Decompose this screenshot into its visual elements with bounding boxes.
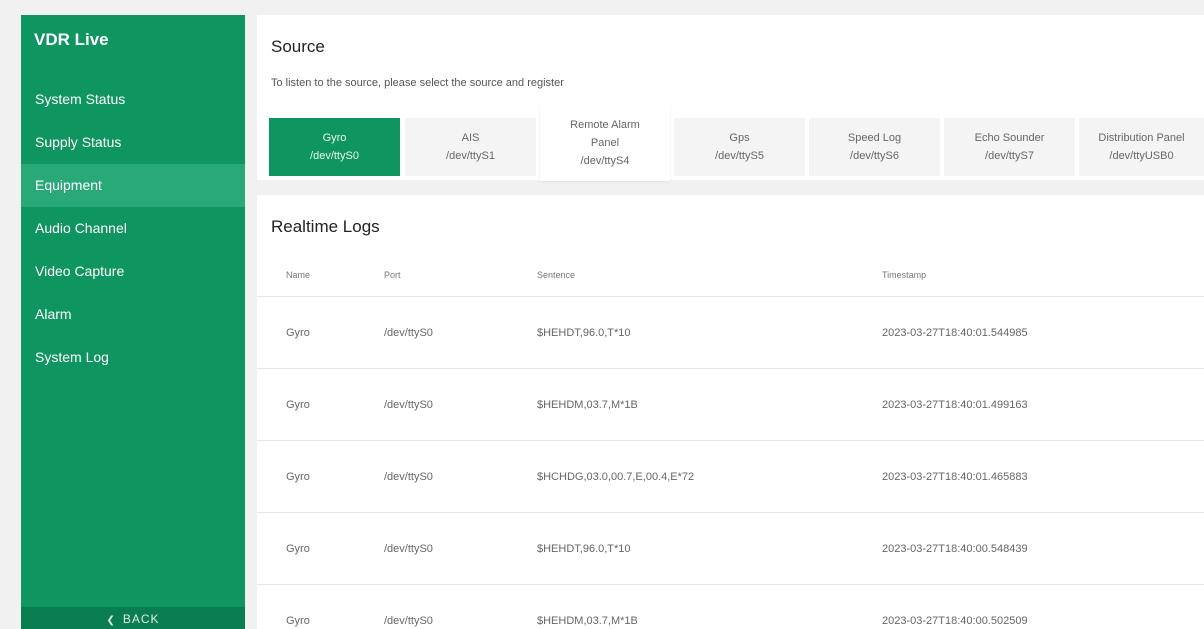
source-tab-port: /dev/ttyS1: [446, 150, 495, 162]
cell-timestamp: 2023-03-27T18:40:00.548439: [882, 542, 1028, 555]
column-header-port: Port: [384, 269, 401, 280]
source-tab-port: /dev/ttyS7: [985, 150, 1034, 162]
cell-name: Gyro: [286, 398, 310, 411]
cell-timestamp: 2023-03-27T18:40:01.544985: [882, 326, 1028, 339]
source-panel: Source To listen to the source, please s…: [257, 15, 1204, 181]
cell-name: Gyro: [286, 542, 310, 555]
table-row: Gyro /dev/ttyS0 $HEHDT,96.0,T*10 2023-03…: [257, 297, 1204, 369]
sidebar: VDR Live System Status Supply Status Equ…: [21, 15, 245, 629]
table-row: Gyro /dev/ttyS0 $HCHDG,03.0,00.7,E,00.4,…: [257, 441, 1204, 513]
source-tab-name: Gyro: [322, 132, 347, 144]
source-tab-port: /dev/ttyS0: [310, 150, 359, 162]
cell-sentence: $HCHDG,03.0,00.7,E,00.4,E*72: [537, 470, 695, 483]
source-tab-gyro[interactable]: Gyro /dev/ttyS0: [269, 118, 400, 176]
cell-name: Gyro: [286, 470, 310, 483]
source-title: Source: [271, 37, 325, 56]
back-label: BACK: [122, 612, 160, 626]
source-tab-name: Echo Sounder: [974, 132, 1045, 144]
back-button[interactable]: ❮ BACK: [21, 607, 245, 629]
sidebar-item-system-status[interactable]: System Status: [21, 78, 245, 121]
table-row: Gyro /dev/ttyS0 $HEHDM,03.7,M*1B 2023-03…: [257, 585, 1204, 629]
source-tab-echo-sounder[interactable]: Echo Sounder /dev/ttyS7: [944, 118, 1075, 176]
cell-sentence: $HEHDT,96.0,T*10: [537, 542, 631, 555]
cell-timestamp: 2023-03-27T18:40:00.502509: [882, 615, 1028, 627]
source-tab-name: Speed Log: [847, 132, 902, 144]
source-tab-name: AIS: [461, 132, 480, 144]
source-tab-ais[interactable]: AIS /dev/ttyS1: [405, 118, 536, 176]
sidebar-nav: System Status Supply Status Equipment Au…: [21, 78, 245, 379]
logs-table: Name Port Sentence Timestamp Gyro /dev/t…: [257, 253, 1204, 629]
cell-sentence: $HEHDM,03.7,M*1B: [537, 398, 638, 411]
chevron-left-icon: ❮: [106, 615, 116, 626]
sidebar-item-equipment[interactable]: Equipment: [21, 164, 245, 207]
source-tab-port: /dev/ttyUSB0: [1109, 150, 1174, 162]
cell-timestamp: 2023-03-27T18:40:01.499163: [882, 398, 1028, 411]
source-tab-remote-alarm-panel[interactable]: Remote Alarm Panel /dev/ttyS4: [540, 105, 670, 181]
sidebar-item-alarm[interactable]: Alarm: [21, 293, 245, 336]
cell-sentence: $HEHDM,03.7,M*1B: [537, 615, 638, 627]
app-title: VDR Live: [34, 30, 109, 49]
source-tab-speed-log[interactable]: Speed Log /dev/ttyS6: [809, 118, 940, 176]
source-tab-port: /dev/ttyS6: [850, 150, 899, 162]
sidebar-item-audio-channel[interactable]: Audio Channel: [21, 207, 245, 250]
cell-port: /dev/ttyS0: [384, 615, 433, 627]
column-header-name: Name: [286, 269, 311, 280]
table-row: Gyro /dev/ttyS0 $HEHDM,03.7,M*1B 2023-03…: [257, 369, 1204, 441]
table-row: Gyro /dev/ttyS0 $HEHDT,96.0,T*10 2023-03…: [257, 513, 1204, 585]
cell-port: /dev/ttyS0: [384, 470, 433, 483]
cell-port: /dev/ttyS0: [384, 542, 433, 555]
table-header: Name Port Sentence Timestamp: [257, 253, 1204, 297]
realtime-logs-panel: Realtime Logs Name Port Sentence Timesta…: [257, 195, 1204, 629]
sidebar-item-system-log[interactable]: System Log: [21, 336, 245, 379]
source-tab-port: /dev/ttyS5: [715, 150, 764, 162]
column-header-timestamp: Timestamp: [882, 269, 927, 280]
cell-port: /dev/ttyS0: [384, 326, 433, 339]
source-tabs: Gyro /dev/ttyS0 AIS /dev/ttyS1 Remote Al…: [269, 105, 1204, 181]
cell-name: Gyro: [286, 326, 310, 339]
cell-port: /dev/ttyS0: [384, 398, 433, 411]
sidebar-item-video-capture[interactable]: Video Capture: [21, 250, 245, 293]
cell-sentence: $HEHDT,96.0,T*10: [537, 326, 631, 339]
sidebar-item-supply-status[interactable]: Supply Status: [21, 121, 245, 164]
cell-timestamp: 2023-03-27T18:40:01.465883: [882, 470, 1028, 483]
logs-title: Realtime Logs: [271, 217, 380, 236]
source-tab-name: Gps: [729, 132, 750, 144]
column-header-sentence: Sentence: [537, 269, 576, 280]
source-tab-gps[interactable]: Gps /dev/ttyS5: [674, 118, 805, 176]
source-tab-name: Distribution Panel: [1098, 132, 1185, 144]
source-tab-name: Remote Alarm Panel: [570, 119, 640, 149]
cell-name: Gyro: [286, 615, 310, 627]
source-description: To listen to the source, please select t…: [271, 77, 564, 89]
source-tab-port: /dev/ttyS4: [580, 155, 630, 167]
source-tab-distribution-panel[interactable]: Distribution Panel /dev/ttyUSB0: [1079, 118, 1204, 176]
